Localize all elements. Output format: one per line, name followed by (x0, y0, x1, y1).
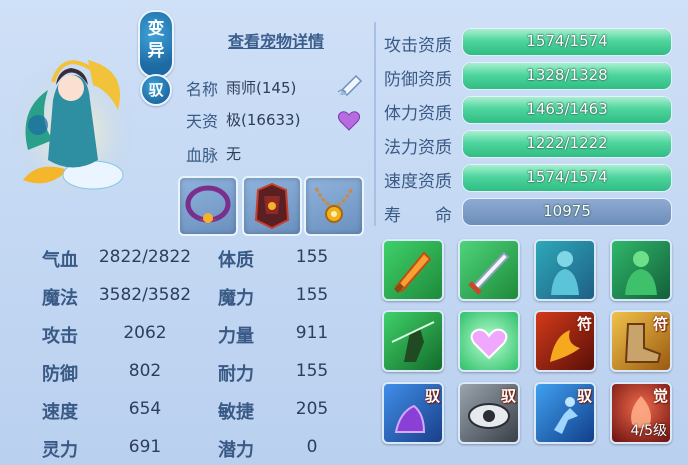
aptitude-value: 1463/1463 (526, 100, 608, 118)
lifespan-label-a: 寿 (384, 206, 401, 226)
stat-label: 魔力 (218, 288, 254, 309)
stat-value: 802 (128, 361, 162, 381)
bloodline-label: 血脉 (186, 146, 219, 165)
pet-talent: 极(16633) (226, 111, 301, 129)
heart-icon (470, 328, 508, 360)
skill-tag: 符 (576, 315, 592, 333)
stat-label: 灵力 (42, 440, 78, 461)
rename-pencil-icon[interactable] (336, 72, 366, 97)
view-pet-details-link[interactable]: 查看宠物详情 (228, 28, 324, 52)
silver-sword-icon (468, 251, 510, 295)
aptitude-value: 1222/1222 (526, 134, 608, 152)
aptitude-value: 1328/1328 (526, 66, 608, 84)
stat-label: 气血 (42, 250, 78, 271)
stat-value: 155 (295, 285, 329, 305)
skill-tag: 驭 (424, 387, 440, 405)
aptitude-label: 攻击资质 (384, 36, 452, 56)
skill-tag: 符 (652, 315, 668, 333)
stat-value: 3582/3582 (98, 285, 192, 305)
stat-value: 205 (295, 399, 329, 419)
ride-badge: 驭 (140, 74, 172, 106)
stat-label: 体质 (218, 250, 254, 271)
pet-name: 雨师(145) (226, 79, 297, 97)
aptitude-label: 体力资质 (384, 104, 452, 124)
skill-slot[interactable]: 符 (610, 310, 672, 372)
aptitude-bar: 1328/1328 (462, 62, 672, 90)
talent-label: 天资 (186, 112, 219, 131)
stat-label: 攻击 (42, 326, 78, 347)
equipment-collar-slot[interactable] (178, 176, 238, 236)
stat-value: 2062 (123, 323, 167, 343)
stat-value: 654 (128, 399, 162, 419)
skill-slot[interactable] (458, 310, 520, 372)
lifespan-label: 寿 命 (384, 201, 454, 226)
aptitude-bar: 1574/1574 (462, 28, 672, 56)
shadow-figure-icon (551, 251, 579, 295)
skill-slot[interactable] (382, 310, 444, 372)
stat-label: 力量 (218, 326, 254, 347)
stat-value: 2822/2822 (98, 247, 192, 267)
necklace-icon (314, 187, 354, 223)
skill-slot[interactable]: 符 (534, 310, 596, 372)
aptitude-bar: 1574/1574 (462, 164, 672, 192)
skill-slot[interactable]: 觉 4/5级 (610, 382, 672, 444)
heart-icon[interactable] (337, 110, 361, 132)
stat-value: 155 (295, 361, 329, 381)
green-figure-icon (625, 251, 657, 295)
stat-label: 耐力 (218, 364, 254, 385)
pet-bloodline: 无 (226, 145, 242, 163)
skill-slot[interactable]: 驭 (382, 382, 444, 444)
equipment-necklace-slot[interactable] (304, 176, 364, 236)
skill-slot[interactable]: 驭 (458, 382, 520, 444)
pet-portrait (8, 30, 138, 200)
equipment-armor-slot[interactable] (242, 176, 302, 236)
aptitude-bar: 1463/1463 (462, 96, 672, 124)
skill-tag: 驭 (576, 387, 592, 405)
stat-value: 691 (128, 437, 162, 457)
stat-label: 潜力 (218, 440, 254, 461)
skill-level: 4/5级 (630, 423, 667, 439)
lifespan-value: 10975 (543, 202, 591, 220)
stat-label: 魔法 (42, 288, 78, 309)
aptitude-label: 防御资质 (384, 70, 452, 90)
fire-sword-icon (394, 251, 432, 293)
skill-tag: 驭 (500, 387, 516, 405)
collar-icon (185, 185, 231, 223)
stat-label: 敏捷 (218, 402, 254, 423)
stat-label: 速度 (42, 402, 78, 423)
stat-value: 911 (295, 323, 329, 343)
skill-slot[interactable] (534, 239, 596, 301)
stat-value: 155 (295, 247, 329, 267)
skill-slot[interactable]: 驭 (534, 382, 596, 444)
skill-tag: 觉 (652, 387, 668, 405)
armor-icon (254, 182, 290, 230)
divider (374, 22, 376, 226)
variant-badge: 变异 (138, 10, 174, 78)
name-label: 名称 (186, 80, 219, 99)
skill-slot[interactable] (610, 239, 672, 301)
lifespan-bar: 10975 (462, 198, 672, 226)
aptitude-value: 1574/1574 (526, 32, 608, 50)
skill-slot[interactable] (458, 239, 520, 301)
aptitude-value: 1574/1574 (526, 168, 608, 186)
stat-label: 防御 (42, 364, 78, 385)
lifespan-label-b: 命 (435, 206, 452, 226)
aptitude-bar: 1222/1222 (462, 130, 672, 158)
green-warrior-icon (391, 321, 435, 362)
stat-value: 0 (306, 437, 318, 457)
skill-slot[interactable] (382, 239, 444, 301)
aptitude-label: 法力资质 (384, 138, 452, 158)
aptitude-label: 速度资质 (384, 172, 452, 192)
